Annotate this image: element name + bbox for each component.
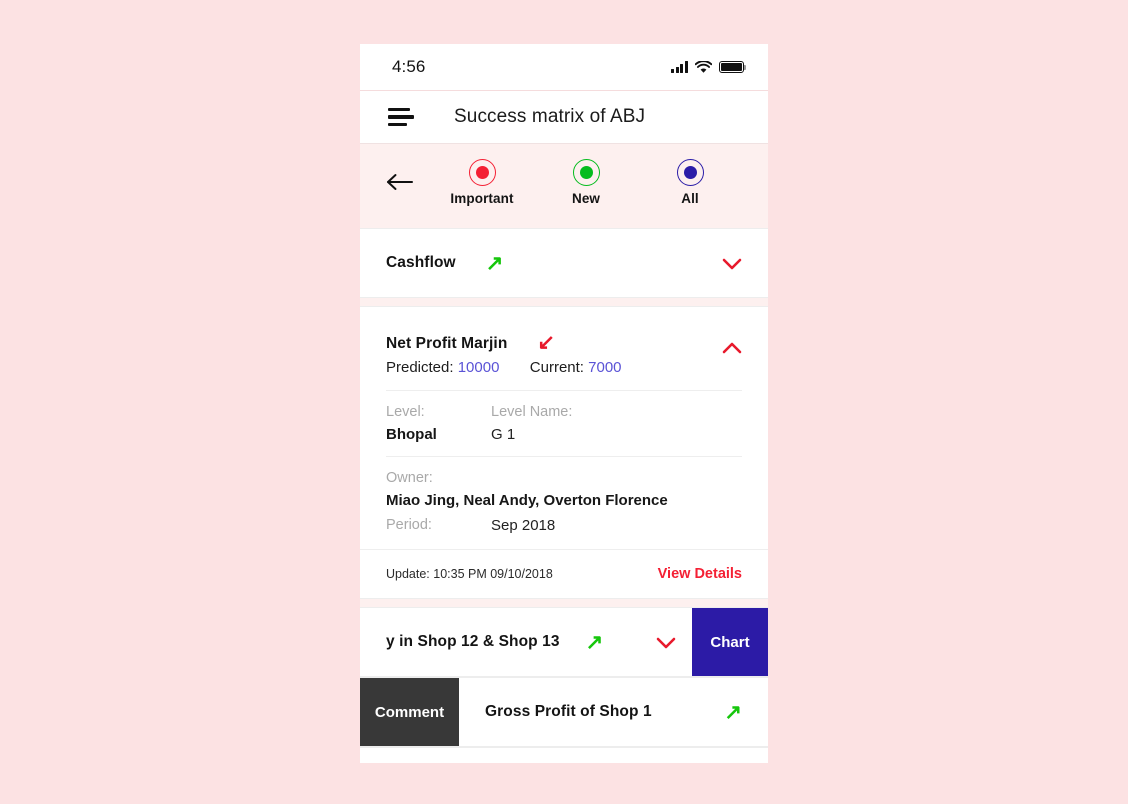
comment-action-button[interactable]: Comment — [360, 678, 459, 746]
filter-tab-label: All — [681, 190, 699, 206]
list-spacer — [360, 298, 768, 306]
chart-action-button[interactable]: Chart — [692, 608, 768, 676]
page-title: Success matrix of ABJ — [454, 106, 646, 127]
predicted-current-line: Predicted: 10000 Current: 7000 — [386, 359, 742, 390]
metric-card-footer: Update: 10:35 PM 09/10/2018 View Details — [360, 549, 768, 598]
owner-label: Owner: — [386, 470, 433, 487]
radio-dot-icon — [468, 158, 496, 186]
current-value: 7000 — [588, 359, 622, 376]
hamburger-menu-icon[interactable] — [388, 108, 414, 126]
metric-card-shop12-shop13[interactable]: y in Shop 12 & Shop 13 ↗ Chart — [360, 607, 768, 677]
filter-tab-important[interactable]: Important — [430, 158, 534, 206]
chevron-down-icon[interactable] — [656, 636, 676, 649]
predicted-value: 10000 — [457, 359, 500, 376]
metric-title: Net Profit Marjin — [386, 335, 508, 352]
metric-row-header[interactable]: Net Profit Marjin ↙ — [360, 307, 768, 359]
level-label: Level: — [386, 404, 425, 420]
filter-tab-label: New — [571, 190, 601, 206]
update-timestamp: Update: 10:35 PM 09/10/2018 — [386, 567, 553, 581]
owner-value: Miao Jing, Neal Andy, Overton Florence — [386, 492, 668, 509]
predicted-label: Predicted: — [386, 359, 454, 376]
back-arrow-icon[interactable] — [386, 171, 416, 193]
metric-card-net-profit-marjin[interactable]: Net Profit Marjin ↙ Predicted: 10000 Cur… — [360, 306, 768, 599]
trend-up-icon: ↗ — [485, 251, 504, 275]
filter-tab-label: Important — [450, 190, 514, 206]
chevron-down-icon[interactable] — [722, 257, 742, 270]
level-name-label: Level Name: — [491, 404, 573, 420]
filter-tab-new[interactable]: New — [534, 158, 638, 206]
metric-list: Cashflow ↗ Net Profit Marjin ↙ Predicted… — [360, 220, 768, 763]
period-label: Period: — [386, 516, 432, 533]
owner-section: Owner: Miao Jing, Neal Andy, Overton Flo… — [386, 456, 742, 547]
chevron-up-icon[interactable] — [722, 341, 742, 354]
view-details-link[interactable]: View Details — [658, 566, 742, 582]
trend-down-icon: ↙ — [537, 331, 556, 354]
level-value: Bhopal — [386, 425, 437, 443]
trend-up-icon: ↗ — [724, 700, 742, 724]
metric-card-body: Predicted: 10000 Current: 7000 Level: Bh… — [360, 359, 768, 547]
metric-row-header[interactable]: Cashflow ↗ — [360, 229, 768, 297]
metric-card-gross-profit-shop1[interactable]: Gross Profit of Shop 1 ↗ Comment — [360, 677, 768, 747]
status-bar: 4:56 — [360, 44, 768, 91]
level-section: Level: Bhopal Level Name: G 1 — [386, 390, 742, 456]
trend-up-icon: ↗ — [585, 630, 604, 654]
period-line: Period: Sep 2018 — [386, 515, 742, 538]
level-name-value: G 1 — [491, 425, 516, 443]
period-value: Sep 2018 — [491, 516, 556, 534]
metric-title: y in Shop 12 & Shop 13 — [386, 633, 560, 650]
empty-list-row — [360, 747, 768, 763]
metric-title: Gross Profit of Shop 1 — [485, 703, 652, 720]
wifi-icon — [694, 59, 713, 74]
screen-root: 4:56 Success matrix of ABJ Important New… — [0, 0, 1128, 804]
cellular-signal-icon — [671, 61, 688, 73]
phone-frame: 4:56 Success matrix of ABJ Important New… — [360, 44, 768, 763]
app-bar: Success matrix of ABJ — [360, 91, 768, 144]
list-spacer — [360, 599, 768, 607]
filter-tab-bar: Important New All — [360, 144, 768, 220]
radio-dot-icon — [572, 158, 600, 186]
status-time: 4:56 — [392, 57, 426, 76]
filter-tab-all[interactable]: All — [638, 158, 742, 206]
battery-full-icon — [719, 60, 747, 74]
metric-card-cashflow[interactable]: Cashflow ↗ — [360, 228, 768, 298]
current-label: Current: — [529, 359, 584, 376]
status-icons — [671, 59, 747, 74]
radio-dot-icon — [676, 158, 704, 186]
metric-title: Cashflow — [386, 254, 456, 271]
